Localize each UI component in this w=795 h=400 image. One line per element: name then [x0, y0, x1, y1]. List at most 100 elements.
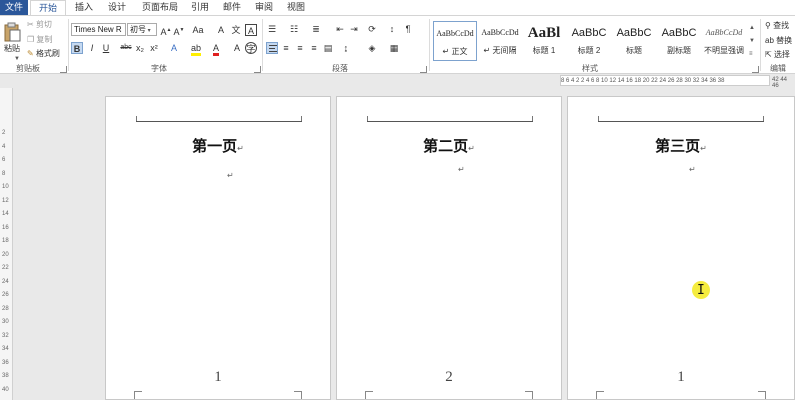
format-painter-label: 格式刷 — [35, 49, 60, 58]
style-sample: AaBbCcDd — [481, 28, 519, 37]
superscript-button[interactable]: x² — [148, 42, 160, 54]
bold-button[interactable]: B — [71, 42, 83, 54]
bullets-icon[interactable]: ☰ — [266, 23, 278, 35]
select-button[interactable]: ⇱ 选择 — [765, 49, 790, 60]
clipboard-launcher-icon[interactable] — [60, 66, 67, 73]
tab-file[interactable]: 文件 — [0, 0, 28, 15]
find-label: 查找 — [773, 21, 790, 30]
font-size-combo[interactable]: 初号 ▾ — [127, 23, 157, 36]
paragraph-launcher-icon[interactable] — [420, 66, 427, 73]
copy-button[interactable]: ❐ 复制 — [27, 34, 52, 45]
phonetic-guide-icon[interactable]: 文 — [230, 24, 242, 36]
style-subtitle[interactable]: AaBbC 副标题 — [657, 21, 701, 61]
sort-icon[interactable]: ↕ — [386, 23, 398, 35]
ruler-tick-label: 20 — [2, 251, 9, 258]
page-title: 第二页↵ — [337, 135, 561, 156]
justify-icon[interactable]: ≡ — [308, 42, 320, 54]
font-color-icon[interactable]: A — [210, 42, 222, 56]
replace-icon: ab — [765, 36, 774, 45]
style-heading-1[interactable]: AaBl 标题 1 — [522, 21, 566, 61]
format-painter-button[interactable]: ✎ 格式刷 — [27, 48, 60, 59]
style-heading-2[interactable]: AaBbC 标题 2 — [567, 21, 611, 61]
styles-launcher-icon[interactable] — [752, 66, 759, 73]
vertical-ruler[interactable]: 2 4 6 8 10 12 14 16 18 20 22 24 26 28 30 32 34 36 38 40 — [0, 88, 13, 400]
style-no-spacing[interactable]: AaBbCcDd ↵ 无间隔 — [478, 21, 522, 61]
style-normal[interactable]: AaBbCcDd ↵ 正文 — [433, 21, 477, 61]
ruler-tick-label: 22 — [2, 265, 9, 271]
underline-button[interactable]: U — [100, 42, 112, 54]
tab-home[interactable]: 开始 — [30, 0, 66, 15]
styles-scroll[interactable]: ▲ ▼ ≡ — [749, 22, 757, 62]
paragraph-mark: ↵ — [458, 165, 465, 174]
tab-page-layout[interactable]: 页面布局 — [138, 0, 182, 15]
editing-group-label: 编辑 — [770, 64, 786, 73]
align-left-icon[interactable] — [266, 42, 278, 54]
italic-button[interactable]: I — [86, 42, 98, 54]
subscript-button[interactable]: x₂ — [134, 42, 146, 54]
ruler-tick-label: 28 — [2, 305, 9, 312]
enclose-char-icon[interactable]: 字 — [245, 42, 257, 54]
page-number: 2 — [445, 369, 453, 385]
style-sample: AaBl — [527, 25, 561, 41]
page-3[interactable]: 第三页↵ ↵ 1 — [567, 96, 795, 400]
decrease-indent-icon[interactable]: ⇤ — [334, 23, 346, 35]
text-effects-icon[interactable]: A — [168, 42, 180, 54]
ruler-right-marks: 42 44 46 — [772, 77, 788, 89]
ruler-tick-label: 34 — [2, 346, 9, 352]
page-2[interactable]: 第二页↵ ↵ 2 — [336, 96, 562, 400]
borders-icon[interactable]: ▦ — [388, 42, 400, 54]
cut-button[interactable]: ✂ 剪切 — [27, 19, 52, 30]
tab-view[interactable]: 视图 — [282, 0, 310, 15]
show-marks-icon[interactable]: ¶ — [402, 23, 414, 35]
char-border-icon[interactable]: A — [245, 24, 257, 36]
numbering-icon[interactable]: ☷ — [288, 23, 300, 35]
horizontal-ruler[interactable]: 8 6 4 2 2 4 6 8 10 12 14 16 18 20 22 24 … — [560, 75, 770, 86]
change-case-icon[interactable]: Aa — [190, 24, 206, 36]
clear-format-icon[interactable]: A — [215, 24, 227, 36]
tab-design[interactable]: 设计 — [103, 0, 131, 15]
font-name-combo[interactable]: Times New R — [71, 23, 126, 36]
tab-insert[interactable]: 插入 — [70, 0, 98, 15]
scissors-icon: ✂ — [27, 20, 34, 29]
ruler-tick-label: 38 — [2, 373, 9, 379]
line-spacing-icon[interactable]: ↨ — [340, 42, 352, 54]
align-center-icon[interactable]: ≡ — [280, 42, 292, 54]
distribute-icon[interactable]: ▤ — [322, 42, 334, 54]
highlight-icon[interactable]: ab — [190, 42, 202, 56]
char-shading-icon[interactable]: A — [231, 42, 243, 54]
page-1[interactable]: 第一页↵ ↵ 1 — [105, 96, 331, 400]
shrink-font-icon[interactable]: A▼ — [173, 24, 185, 37]
style-sample: AaBbC — [661, 27, 697, 39]
page-title: 第一页↵ — [106, 135, 330, 156]
increase-indent-icon[interactable]: ⇥ — [348, 23, 360, 35]
style-subtle-emphasis[interactable]: AaBbCcDd 不明显强调 — [702, 21, 746, 61]
font-launcher-icon[interactable] — [254, 66, 261, 73]
paragraph-mark: ↵ — [227, 171, 234, 180]
replace-button[interactable]: ab 替换 — [765, 35, 792, 46]
font-group-label: 字体 — [151, 64, 167, 73]
find-button[interactable]: ⚲ 查找 — [765, 20, 789, 31]
tab-review[interactable]: 审阅 — [250, 0, 278, 15]
ruler-tick-label: 10 — [2, 184, 9, 190]
tab-references[interactable]: 引用 — [186, 0, 214, 15]
strikethrough-button[interactable]: abc — [119, 42, 133, 54]
shading-icon[interactable]: ◈ — [366, 42, 378, 54]
grow-font-icon[interactable]: A▲ — [160, 24, 172, 37]
style-title[interactable]: AaBbC 标题 — [612, 21, 656, 61]
ruler-tick-label: 30 — [2, 319, 9, 325]
font-size-value: 初号 — [130, 25, 146, 34]
ribbon: 粘贴 ▼ ✂ 剪切 ❐ 复制 ✎ 格式刷 剪贴板 Times New R 初号 … — [0, 15, 795, 74]
header-line — [598, 116, 764, 122]
group-divider — [760, 19, 761, 71]
paragraph-mark: ↵ — [700, 144, 707, 153]
ruler-tick-label: 14 — [2, 211, 9, 217]
align-right-icon[interactable]: ≡ — [294, 42, 306, 54]
multilevel-list-icon[interactable]: ≣ — [310, 23, 322, 35]
style-sample: AaBbCcDd — [436, 29, 474, 38]
crop-mark — [134, 391, 142, 399]
paste-dropdown-caret[interactable]: ▼ — [14, 53, 20, 62]
style-sample: AaBbCcDd — [705, 28, 743, 37]
chinese-layout-icon[interactable]: ⟳ — [366, 23, 378, 35]
tab-mailings[interactable]: 邮件 — [218, 0, 246, 15]
paste-icon[interactable] — [3, 22, 21, 42]
